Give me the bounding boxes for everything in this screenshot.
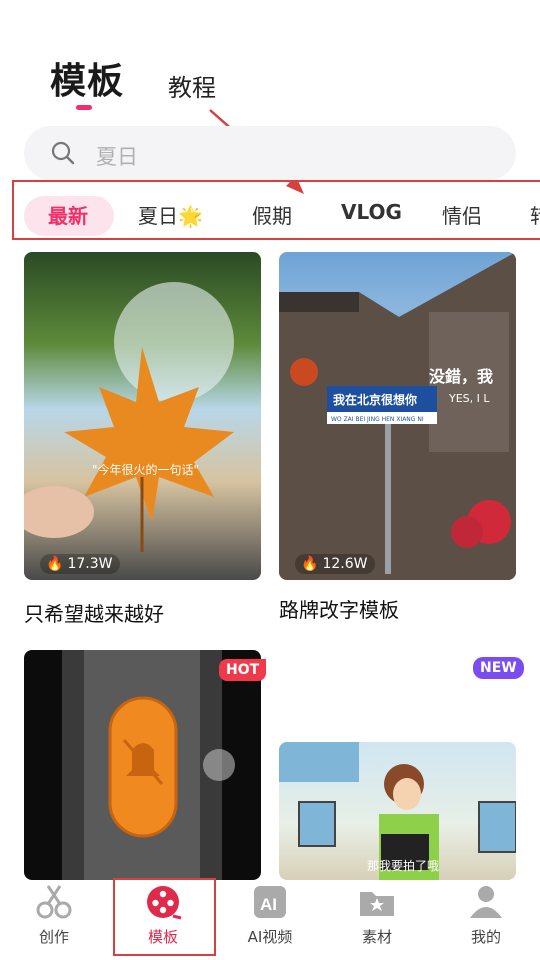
usage-count: 17.3W <box>67 556 113 572</box>
card-title[interactable]: 只希望越来越好 <box>24 598 164 627</box>
nav-label: AI视频 <box>247 928 293 946</box>
ai-icon: AI <box>254 886 286 918</box>
person-icon <box>470 886 502 918</box>
flame-icon: 🔥 <box>46 556 64 572</box>
scissors-icon <box>36 885 72 919</box>
side-caption: 没錯，我 <box>429 367 493 386</box>
flame-icon: 🔥 <box>301 556 319 572</box>
nav-label: 创作 <box>38 928 69 946</box>
new-badge: NEW <box>473 657 524 679</box>
template-card-image[interactable] <box>24 650 261 880</box>
template-card-image[interactable]: 我在北京很想你 WO ZAI BEI JING HEN XIANG NI 没錯，… <box>279 252 516 580</box>
nav-ai-video[interactable]: AI AI视频 <box>220 884 320 947</box>
sign-subtext: WO ZAI BEI JING HEN XIANG NI <box>331 416 424 423</box>
template-card-image[interactable]: "今年很火的一句话" <box>24 252 261 580</box>
usage-stat: 🔥 12.6W <box>295 554 376 574</box>
search-icon <box>51 141 75 165</box>
phone-mute-illustration <box>62 650 235 880</box>
template-card-image[interactable]: 那我要拍了哦 <box>279 742 516 880</box>
search-placeholder: 夏日 <box>96 145 138 169</box>
usage-count: 12.6W <box>322 556 368 572</box>
card-overlay-caption: "今年很火的一句话" <box>92 462 199 477</box>
card-overlay-caption: 那我要拍了哦 <box>367 858 439 873</box>
hot-badge: HOT <box>219 659 267 681</box>
cartoon-illustration: 那我要拍了哦 <box>279 742 516 880</box>
nav-materials[interactable]: 素材 <box>327 884 427 947</box>
side-caption-en: YES, I L <box>448 392 490 405</box>
maple-leaf-illustration: "今年很火的一句话" <box>24 282 234 552</box>
svg-text:AI: AI <box>260 895 277 914</box>
sign-text: 我在北京很想你 <box>333 392 417 407</box>
usage-stat: 🔥 17.3W <box>40 554 121 574</box>
annotation-box-categories <box>12 180 540 240</box>
street-sign-illustration: 我在北京很想你 WO ZAI BEI JING HEN XIANG NI 没錯，… <box>279 252 516 580</box>
card-title[interactable]: 路牌改字模板 <box>279 594 399 623</box>
annotation-box-nav <box>113 878 216 956</box>
nav-me[interactable]: 我的 <box>436 884 536 947</box>
folder-star-icon <box>360 892 394 916</box>
nav-label: 素材 <box>361 928 392 946</box>
nav-label: 我的 <box>470 928 501 946</box>
nav-create[interactable]: 创作 <box>4 884 104 947</box>
